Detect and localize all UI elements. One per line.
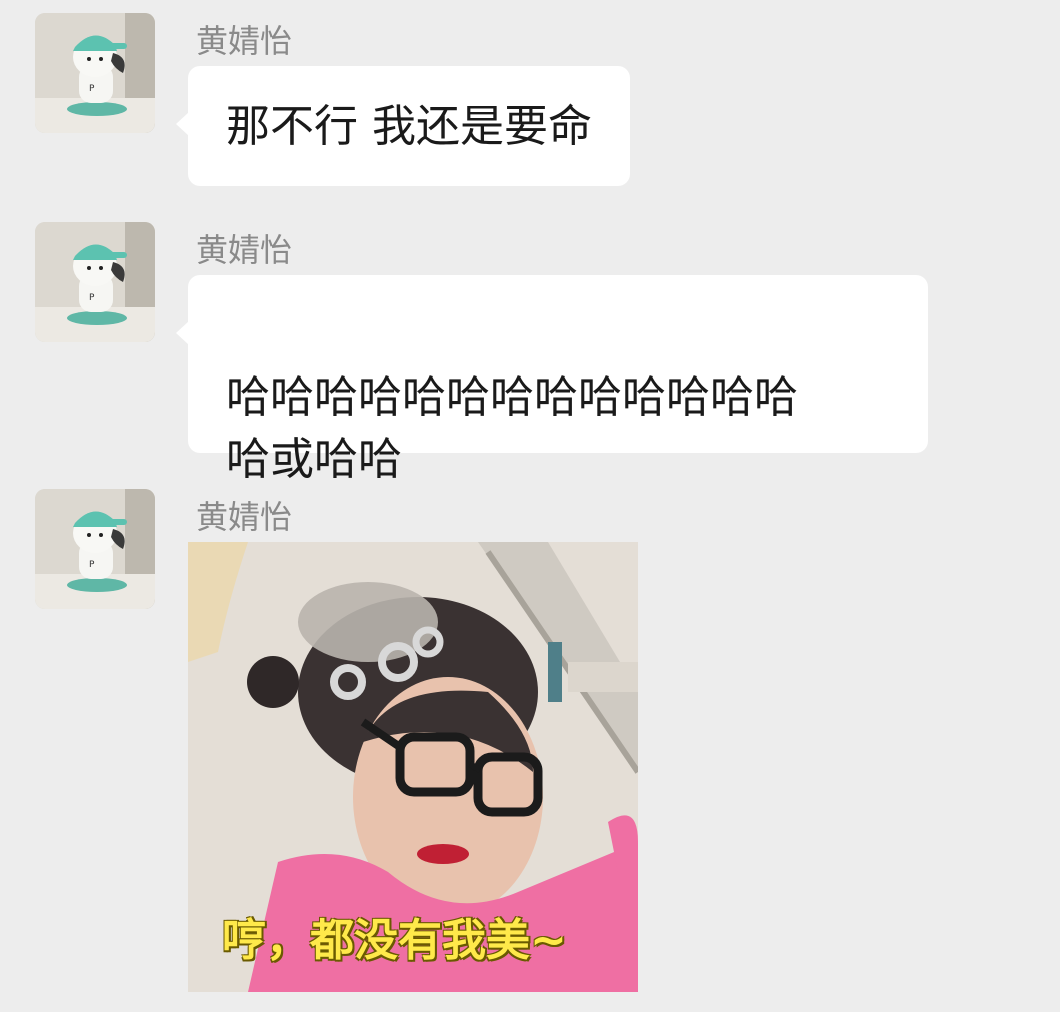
sender-avatar[interactable]: P [35, 489, 155, 609]
svg-text:P: P [89, 560, 95, 570]
message-bubble[interactable]: 那不行 我还是要命 [176, 66, 630, 186]
sender-name: 黄婧怡 [196, 498, 293, 536]
sender-name: 黄婧怡 [196, 231, 293, 269]
message-text: 哈哈哈哈哈哈哈哈哈哈哈哈哈 哈或哈哈 [226, 372, 798, 485]
pochacco-avatar-icon: P [35, 489, 155, 609]
sticker-caption: 哼，都没有我美~ [222, 915, 567, 966]
message-text: 那不行 我还是要命 [226, 101, 592, 152]
sticker-image[interactable]: 哼，都没有我美~ [188, 542, 638, 992]
pochacco-avatar-icon: P [35, 222, 155, 342]
pochacco-avatar-icon: P [35, 13, 155, 133]
message-bubble[interactable]: 哈哈哈哈哈哈哈哈哈哈哈哈哈 哈或哈哈 [176, 275, 928, 485]
svg-text:P: P [89, 293, 95, 303]
sender-avatar[interactable]: P [35, 222, 155, 342]
svg-text:P: P [89, 84, 95, 94]
sender-avatar[interactable]: P [35, 13, 155, 133]
sender-name: 黄婧怡 [196, 22, 293, 60]
chat-message-list: P 黄婧怡 那不行 我还是要命 P 黄婧怡 哈哈哈哈哈哈哈哈哈哈哈哈哈 哈或哈哈… [0, 0, 1060, 1012]
